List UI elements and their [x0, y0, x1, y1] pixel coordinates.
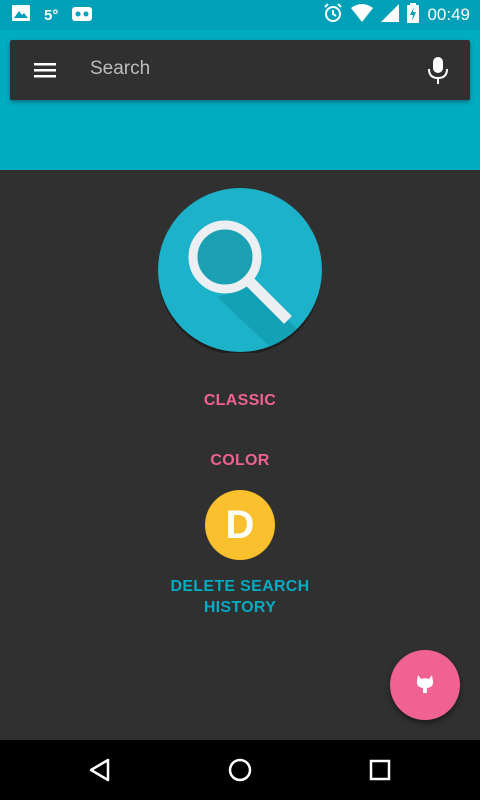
- avatar: D: [205, 490, 275, 560]
- clock-text: 00:49: [427, 5, 470, 24]
- search-bar[interactable]: Search: [10, 40, 470, 100]
- delete-history-button[interactable]: DELETE SEARCH HISTORY: [0, 576, 480, 618]
- alarm-icon: [323, 2, 343, 28]
- recents-icon[interactable]: [365, 755, 395, 785]
- delete-label-line2: HISTORY: [203, 599, 277, 616]
- back-icon[interactable]: [85, 755, 115, 785]
- battery-charging-icon: [407, 2, 420, 28]
- github-icon: [414, 672, 436, 699]
- nav-bar: [0, 740, 480, 800]
- temperature-text: 5°: [44, 6, 59, 24]
- search-logo-icon: [157, 187, 323, 355]
- mic-icon[interactable]: [426, 54, 450, 86]
- home-icon[interactable]: [225, 755, 255, 785]
- delete-label-line1: DELETE SEARCH: [170, 578, 310, 595]
- github-fab-button[interactable]: [390, 650, 460, 720]
- app-bar: Search: [0, 30, 480, 170]
- search-input[interactable]: Search: [90, 58, 150, 80]
- classic-button[interactable]: CLASSIC: [0, 392, 480, 410]
- color-button[interactable]: COLOR: [0, 452, 480, 470]
- image-icon: [12, 4, 30, 26]
- status-bar: 5° 00:49: [0, 0, 480, 30]
- menu-icon[interactable]: [30, 56, 60, 84]
- wifi-icon: [351, 3, 374, 27]
- signal-icon: [381, 3, 400, 27]
- android-debug-icon: [72, 5, 93, 26]
- main-content: CLASSIC COLOR D DELETE SEARCH HISTORY: [0, 170, 480, 740]
